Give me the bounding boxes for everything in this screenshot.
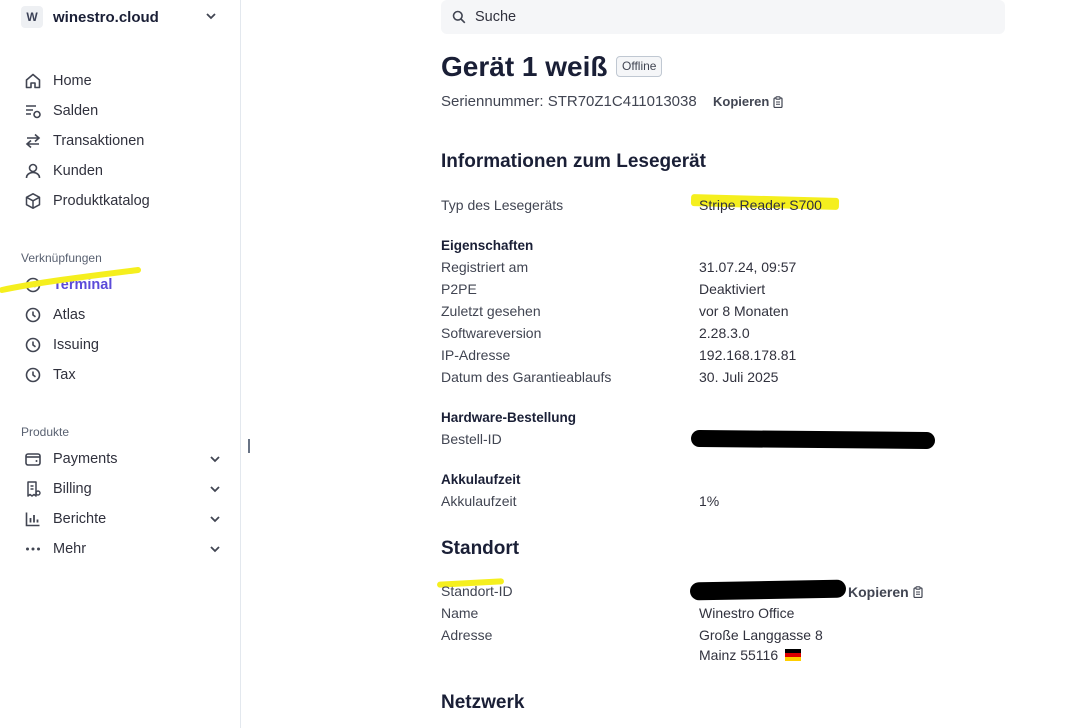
more-icon <box>23 539 43 559</box>
property-value: Deaktiviert <box>699 281 766 297</box>
property-label: P2PE <box>441 281 477 297</box>
reader-type-label: Typ des Lesegeräts <box>441 197 564 213</box>
chevron-down-icon[interactable] <box>209 513 221 525</box>
wallet-icon <box>23 449 43 469</box>
property-label: IP-Adresse <box>441 347 511 363</box>
sidebar-item-label: Berichte <box>53 511 107 527</box>
clock-icon <box>23 335 43 355</box>
clipboard-icon <box>773 95 783 108</box>
sidebar-item-label: Home <box>53 73 92 89</box>
account-logo: W <box>21 6 43 28</box>
property-value: 30. Juli 2025 <box>699 369 779 385</box>
serial-number: Seriennummer: STR70Z1C411013038 <box>441 93 697 110</box>
chevron-down-icon[interactable] <box>209 483 221 495</box>
property-label: Softwareversion <box>441 325 542 341</box>
property-label: Registriert am <box>441 259 529 275</box>
sidebar-item-label: Issuing <box>53 337 99 353</box>
products-label: Produkte <box>21 425 70 439</box>
location-id-redaction <box>689 579 847 601</box>
property-value: 31.07.24, 09:57 <box>699 259 797 275</box>
clipboard-icon <box>913 586 923 598</box>
sidebar-item-label: Transaktionen <box>53 133 145 149</box>
property-label: Zuletzt gesehen <box>441 303 541 319</box>
battery-value: 1% <box>699 493 720 509</box>
search-bar[interactable] <box>441 0 1005 34</box>
chevron-down-icon <box>206 13 216 20</box>
battery-heading: Akkulaufzeit <box>441 472 521 487</box>
account-switcher[interactable]: W winestro.cloud <box>21 5 221 29</box>
arrows-icon <box>23 131 43 151</box>
sidebar-item-label: Salden <box>53 103 99 119</box>
property-value: 192.168.178.81 <box>699 347 797 363</box>
sidebar-item-home[interactable]: Home <box>23 70 223 92</box>
reader-type-value: Stripe Reader S700 <box>699 197 822 213</box>
sidebar-item-billing[interactable]: Billing <box>23 478 223 500</box>
sidebar: W winestro.cloud Home Salden Transaktion… <box>0 0 241 728</box>
hardware-order-heading: Hardware-Bestellung <box>441 410 577 425</box>
chevron-down-icon[interactable] <box>209 543 221 555</box>
address-label: Adresse <box>441 627 493 643</box>
receipt-icon <box>23 479 43 499</box>
order-id-redaction <box>690 429 936 450</box>
page-title: Gerät 1 weiß <box>441 51 608 82</box>
order-id-label: Bestell-ID <box>441 431 502 447</box>
search-icon <box>452 10 466 24</box>
property-value: 2.28.3.0 <box>699 325 750 341</box>
location-name-value: Winestro Office <box>699 605 795 621</box>
status-badge: Offline <box>616 56 663 77</box>
sidebar-item-label: Kunden <box>53 163 103 179</box>
copy-location-id-button[interactable]: Kopieren <box>848 584 923 600</box>
sidebar-resize-handle[interactable] <box>248 439 250 453</box>
properties-heading: Eigenschaften <box>441 238 534 253</box>
balances-icon <box>23 101 43 121</box>
sidebar-item-label: Atlas <box>53 307 86 323</box>
battery-label: Akkulaufzeit <box>441 493 517 509</box>
shortcuts-label: Verknüpfungen <box>21 251 102 265</box>
address-line2: Mainz 55116 <box>699 647 802 663</box>
terminal-highlight-mark <box>0 267 141 293</box>
germany-flag-icon <box>785 649 802 661</box>
home-icon <box>23 71 43 91</box>
address-line1: Große Langgasse 8 <box>699 627 823 643</box>
sidebar-item-tax[interactable]: Tax <box>23 364 223 386</box>
clock-icon <box>23 305 43 325</box>
network-heading: Netzwerk <box>441 692 525 713</box>
property-value: vor 8 Monaten <box>699 303 789 319</box>
box-icon <box>23 191 43 211</box>
sidebar-item-mehr[interactable]: Mehr <box>23 538 223 560</box>
sidebar-item-berichte[interactable]: Berichte <box>23 508 223 530</box>
sidebar-item-label: Billing <box>53 481 92 497</box>
account-name: winestro.cloud <box>53 8 159 26</box>
location-heading: Standort <box>441 538 520 559</box>
sidebar-item-atlas[interactable]: Atlas <box>23 304 223 326</box>
search-input[interactable] <box>473 8 957 26</box>
sidebar-item-label: Mehr <box>53 541 87 557</box>
location-name-label: Name <box>441 605 479 621</box>
sidebar-item-kunden[interactable]: Kunden <box>23 160 223 182</box>
sidebar-item-produktkatalog[interactable]: Produktkatalog <box>23 190 223 212</box>
person-icon <box>23 161 43 181</box>
copy-label: Kopieren <box>713 94 770 109</box>
clock-icon <box>23 365 43 385</box>
copy-serial-button[interactable]: Kopieren <box>713 94 783 109</box>
sidebar-item-label: Payments <box>53 451 118 467</box>
address-city: Mainz 55116 <box>699 647 779 663</box>
sidebar-item-salden[interactable]: Salden <box>23 100 223 122</box>
reader-info-heading: Informationen zum Lesegerät <box>441 151 706 172</box>
property-label: Datum des Garantieablaufs <box>441 369 612 385</box>
sidebar-item-label: Produktkatalog <box>53 193 150 209</box>
bar-chart-icon <box>23 509 43 529</box>
location-id-label: Standort-ID <box>441 583 513 599</box>
sidebar-item-payments[interactable]: Payments <box>23 448 223 470</box>
sidebar-item-label: Tax <box>53 367 76 383</box>
sidebar-item-transaktionen[interactable]: Transaktionen <box>23 130 223 152</box>
sidebar-item-issuing[interactable]: Issuing <box>23 334 223 356</box>
chevron-down-icon[interactable] <box>209 453 221 465</box>
copy-label: Kopieren <box>848 584 909 600</box>
